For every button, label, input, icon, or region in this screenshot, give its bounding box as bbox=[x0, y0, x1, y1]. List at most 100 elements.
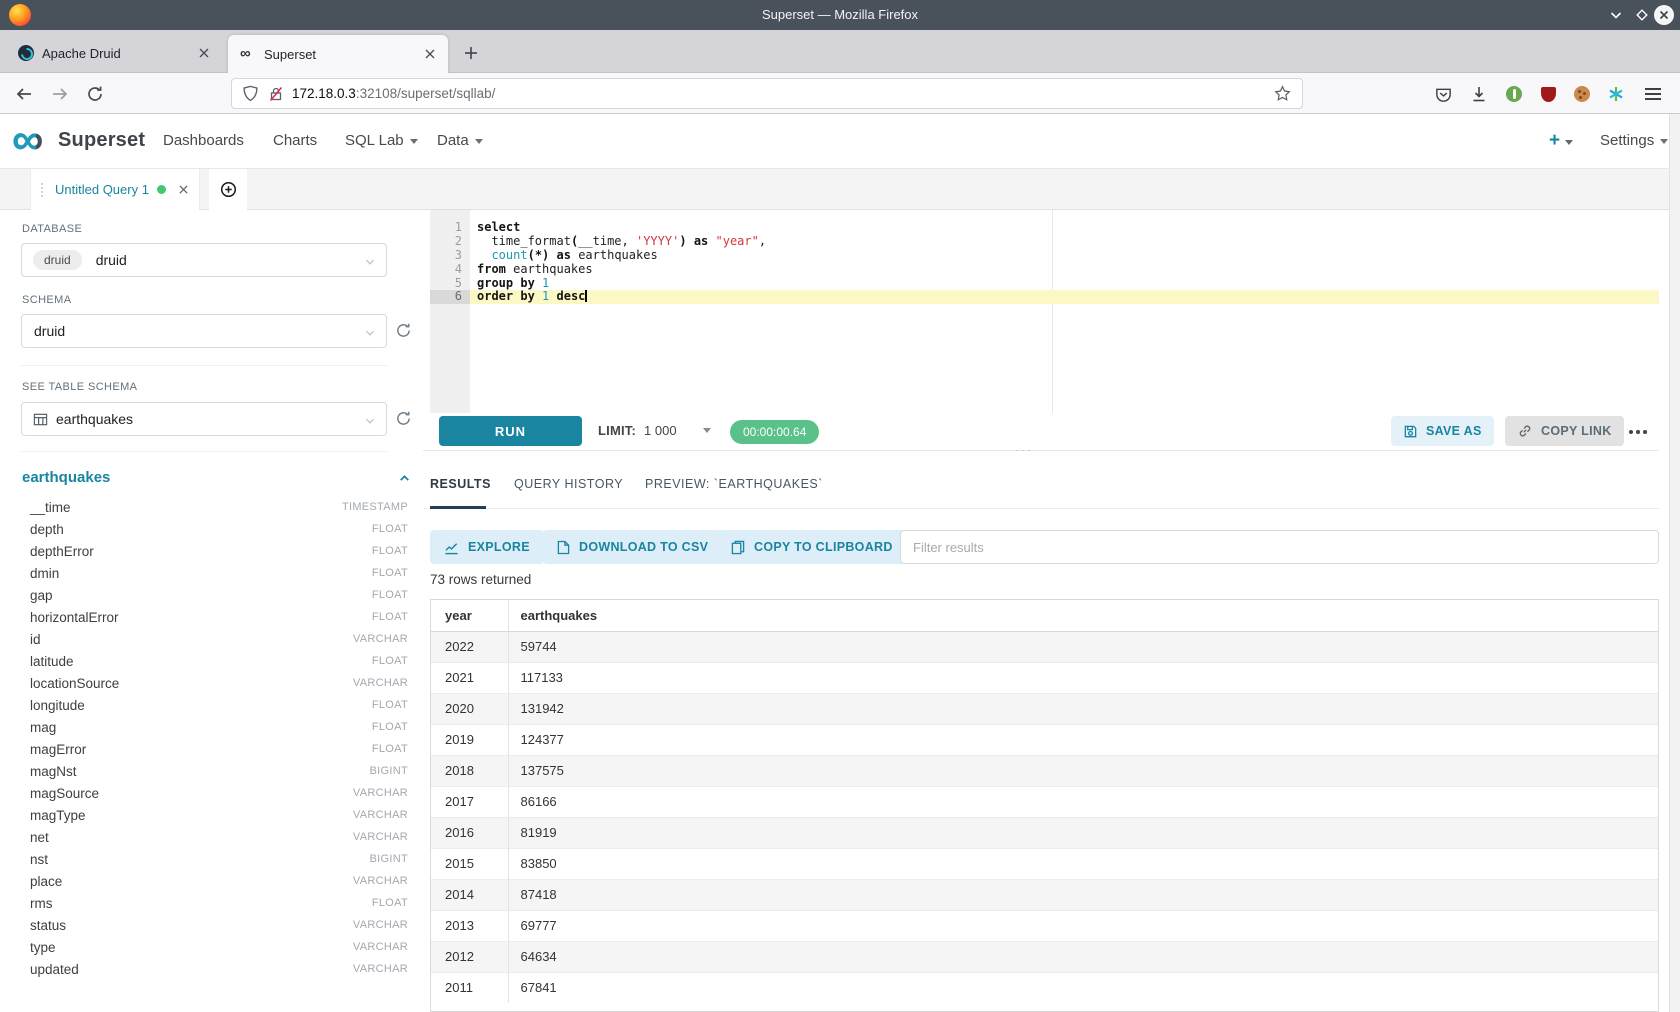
save-as-button[interactable]: SAVE AS bbox=[1391, 416, 1494, 446]
url-bar[interactable]: 172.18.0.3:32108/superset/sqllab/ bbox=[232, 79, 1302, 108]
explore-button[interactable]: EXPLORE bbox=[430, 530, 544, 564]
download-csv-button[interactable]: DOWNLOAD TO CSV bbox=[543, 530, 722, 564]
nav-item-dashboards[interactable]: Dashboards bbox=[163, 132, 244, 149]
add-new-button[interactable]: + bbox=[1549, 130, 1573, 152]
back-button[interactable] bbox=[13, 83, 35, 105]
column-row[interactable]: depthErrorFLOAT bbox=[8, 540, 408, 562]
downloads-icon[interactable] bbox=[1468, 83, 1490, 105]
menu-hamburger-icon[interactable] bbox=[1642, 83, 1664, 105]
window-close-button[interactable] bbox=[1652, 3, 1676, 27]
column-header-earthquakes[interactable]: earthquakes bbox=[508, 600, 1658, 631]
column-type: FLOAT bbox=[372, 589, 408, 601]
copy-link-button[interactable]: COPY LINK bbox=[1505, 416, 1624, 446]
table-name-heading[interactable]: earthquakes bbox=[22, 469, 110, 486]
column-row[interactable]: netVARCHAR bbox=[8, 826, 408, 848]
sql-editor[interactable]: 123456 select time_format(__time, 'YYYY'… bbox=[430, 210, 1659, 413]
column-row[interactable]: longitudeFLOAT bbox=[8, 694, 408, 716]
editor-toolbar: RUN LIMIT: 1 000 00:00:00.64 SAVE AS COP… bbox=[423, 413, 1659, 451]
drag-handle-icon[interactable] bbox=[41, 183, 43, 185]
settings-menu[interactable]: Settings bbox=[1600, 132, 1668, 149]
browser-tab-druid[interactable]: Apache Druid bbox=[8, 35, 222, 71]
asterisk-extension-icon[interactable] bbox=[1605, 83, 1627, 105]
column-row[interactable]: locationSourceVARCHAR bbox=[8, 672, 408, 694]
tab-close-icon[interactable] bbox=[424, 48, 436, 60]
tab-results[interactable]: RESULTS bbox=[430, 477, 491, 491]
nav-item-data[interactable]: Data bbox=[437, 132, 483, 149]
url-text[interactable]: 172.18.0.3:32108/superset/sqllab/ bbox=[292, 86, 495, 101]
shield-icon[interactable] bbox=[242, 85, 259, 102]
table-select[interactable]: earthquakes bbox=[21, 402, 387, 436]
column-row[interactable]: magFLOAT bbox=[8, 716, 408, 738]
browser-tab-bar: Apache Druid ∞ Superset bbox=[0, 30, 1680, 73]
column-row[interactable]: idVARCHAR bbox=[8, 628, 408, 650]
pocket-icon[interactable] bbox=[1432, 83, 1454, 105]
browser-tab-superset[interactable]: ∞ Superset bbox=[228, 35, 448, 73]
column-row[interactable]: depthFLOAT bbox=[8, 518, 408, 540]
column-row[interactable]: dminFLOAT bbox=[8, 562, 408, 584]
column-name: updated bbox=[30, 962, 79, 977]
column-row[interactable]: __timeTIMESTAMP bbox=[8, 496, 408, 518]
column-header-year[interactable]: year bbox=[431, 600, 508, 631]
ublock-extension-icon[interactable] bbox=[1537, 83, 1559, 105]
column-row[interactable]: typeVARCHAR bbox=[8, 936, 408, 958]
window-maximize-button[interactable] bbox=[1630, 3, 1654, 27]
code-line[interactable]: count(*) as earthquakes bbox=[470, 249, 1659, 263]
column-row[interactable]: gapFLOAT bbox=[8, 584, 408, 606]
column-type: VARCHAR bbox=[353, 831, 408, 843]
refresh-tables-icon[interactable] bbox=[395, 410, 413, 428]
tab-query-history[interactable]: QUERY HISTORY bbox=[514, 477, 623, 491]
forward-button[interactable] bbox=[49, 83, 71, 105]
refresh-schema-icon[interactable] bbox=[395, 322, 413, 340]
column-row[interactable]: placeVARCHAR bbox=[8, 870, 408, 892]
tab-close-icon[interactable] bbox=[198, 47, 210, 59]
editor-gutter: 123456 bbox=[430, 210, 470, 413]
superset-brand[interactable]: Superset bbox=[58, 129, 145, 152]
column-type: FLOAT bbox=[372, 743, 408, 755]
query-tab-close-icon[interactable] bbox=[178, 184, 189, 195]
column-row[interactable]: updatedVARCHAR bbox=[8, 958, 408, 980]
column-name: dmin bbox=[30, 566, 59, 581]
more-options-icon[interactable] bbox=[1621, 421, 1655, 443]
database-select[interactable]: druid druid bbox=[21, 243, 387, 277]
add-query-tab-button[interactable] bbox=[209, 169, 247, 210]
code-line[interactable]: select bbox=[470, 221, 1659, 235]
column-row[interactable]: horizontalErrorFLOAT bbox=[8, 606, 408, 628]
column-row[interactable]: magErrorFLOAT bbox=[8, 738, 408, 760]
column-row[interactable]: nstBIGINT bbox=[8, 848, 408, 870]
query-tab-label: Untitled Query 1 bbox=[55, 182, 149, 197]
editor-code-area[interactable]: select time_format(__time, 'YYYY') as "y… bbox=[470, 210, 1659, 413]
column-row[interactable]: statusVARCHAR bbox=[8, 914, 408, 936]
run-button[interactable]: RUN bbox=[439, 416, 582, 446]
insecure-lock-icon[interactable] bbox=[268, 86, 284, 102]
column-row[interactable]: magSourceVARCHAR bbox=[8, 782, 408, 804]
code-line[interactable]: time_format(__time, 'YYYY') as "year", bbox=[470, 235, 1659, 249]
results-tab-bar: RESULTS QUERY HISTORY PREVIEW: `EARTHQUA… bbox=[423, 451, 1659, 509]
column-type: VARCHAR bbox=[353, 809, 408, 821]
collapse-table-icon[interactable] bbox=[398, 472, 412, 486]
tab-preview-earthquakes[interactable]: PREVIEW: `EARTHQUAKES` bbox=[645, 477, 823, 491]
new-tab-button[interactable] bbox=[458, 40, 484, 66]
column-row[interactable]: magNstBIGINT bbox=[8, 760, 408, 782]
column-row[interactable]: latitudeFLOAT bbox=[8, 650, 408, 672]
chevron-down-icon bbox=[364, 414, 376, 432]
nav-item-sql-lab[interactable]: SQL Lab bbox=[345, 132, 418, 149]
reload-button[interactable] bbox=[84, 83, 106, 105]
column-row[interactable]: magTypeVARCHAR bbox=[8, 804, 408, 826]
nav-item-charts[interactable]: Charts bbox=[273, 132, 317, 149]
column-row[interactable]: rmsFLOAT bbox=[8, 892, 408, 914]
limit-dropdown[interactable]: LIMIT: 1 000 bbox=[598, 423, 711, 438]
code-line[interactable]: group by 1 bbox=[470, 277, 1659, 291]
schema-select[interactable]: druid bbox=[21, 314, 387, 348]
table-row: 201167841 bbox=[431, 972, 1658, 1003]
window-minimize-button[interactable] bbox=[1604, 3, 1628, 27]
window-titlebar[interactable]: Superset — Mozilla Firefox bbox=[0, 0, 1680, 30]
filter-results-input[interactable] bbox=[900, 530, 1659, 564]
cookie-extension-icon[interactable] bbox=[1571, 83, 1593, 105]
code-line[interactable]: from earthquakes bbox=[470, 263, 1659, 277]
code-line[interactable]: order by 1 desc bbox=[470, 290, 1659, 304]
page-scrollbar[interactable] bbox=[1669, 114, 1680, 1012]
query-tab-active[interactable]: Untitled Query 1 bbox=[30, 169, 200, 210]
copy-clipboard-button[interactable]: COPY TO CLIPBOARD bbox=[717, 530, 907, 564]
bookmark-star-icon[interactable] bbox=[1274, 85, 1291, 102]
extension-green-icon[interactable] bbox=[1503, 83, 1525, 105]
